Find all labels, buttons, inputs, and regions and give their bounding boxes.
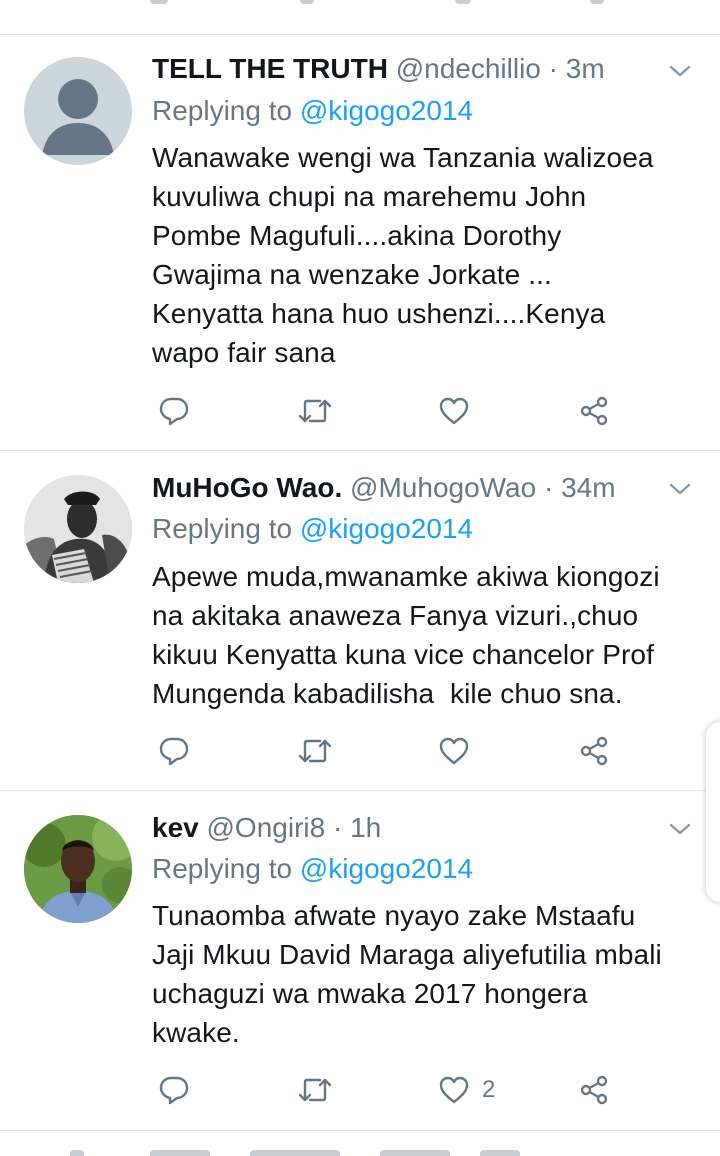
- retweet-button[interactable]: [298, 1068, 332, 1112]
- tweet-text: Apewe muda,mwanamke akiwa kiongozi na ak…: [152, 557, 700, 713]
- chevron-down-icon[interactable]: [666, 815, 694, 843]
- retweet-button[interactable]: [298, 729, 332, 773]
- previous-tweet-edge: [0, 0, 720, 35]
- display-name[interactable]: TELL THE TRUTH: [152, 53, 388, 84]
- scroll-handle[interactable]: [706, 722, 720, 902]
- timestamp[interactable]: 1h: [350, 812, 381, 843]
- like-count: 2: [482, 1076, 496, 1103]
- user-handle[interactable]: @Ongiri8: [207, 812, 326, 843]
- replying-to: Replying to @kigogo2014: [152, 91, 473, 131]
- user-photo-icon: [24, 475, 132, 583]
- tweet-text-line: na akitaka anaweza Fanya vizuri.,chuo: [152, 600, 639, 631]
- tweet-text-line: Tunaomba afwate nyayo zake Mstaafu: [152, 900, 636, 931]
- timestamp[interactable]: 3m: [566, 53, 605, 84]
- display-name[interactable]: MuHoGo Wao.: [152, 472, 342, 503]
- heart-icon: [439, 397, 469, 425]
- tweet-header: TELL THE TRUTH @ndechillio · 3m: [152, 49, 650, 89]
- replying-to: Replying to @kigogo2014: [152, 509, 473, 549]
- tweet-text-line: wapo fair sana: [152, 337, 336, 368]
- user-photo-icon: [24, 815, 132, 923]
- reply-mention-link[interactable]: @kigogo2014: [300, 853, 473, 884]
- tweet-text-line: kwake.: [152, 1017, 240, 1048]
- tweet-1[interactable]: TELL THE TRUTH @ndechillio · 3m Replying…: [0, 35, 720, 451]
- tweet-text-line: kikuu Kenyatta kuna vice chancelor Prof: [152, 639, 654, 670]
- chevron-down-icon[interactable]: [666, 475, 694, 503]
- reply-icon: [159, 1076, 189, 1105]
- tweet-text-line: Apewe muda,mwanamke akiwa kiongozi: [152, 561, 660, 592]
- retweet-button[interactable]: [298, 389, 332, 433]
- separator-dot: ·: [543, 472, 554, 503]
- share-button[interactable]: [578, 389, 610, 433]
- reply-icon: [159, 737, 189, 766]
- reply-button[interactable]: [158, 389, 190, 433]
- retweet-icon: [298, 1078, 332, 1102]
- replying-label: Replying to: [152, 513, 293, 544]
- tweet-text-line: Wanawake wengi wa Tanzania walizoea: [152, 142, 654, 173]
- separator-dot: ·: [332, 812, 343, 843]
- chevron-down-icon[interactable]: [666, 57, 694, 85]
- tweet-text: Tunaomba afwate nyayo zake Mstaafu Jaji …: [152, 896, 700, 1052]
- tweet-3[interactable]: kev @Ongiri8 · 1h Replying to @kigogo201…: [0, 791, 720, 1131]
- tweet-actions: [152, 729, 632, 773]
- retweet-icon: [298, 399, 332, 423]
- tweet-text-line: uchaguzi wa mwaka 2017 hongera: [152, 978, 588, 1009]
- retweet-icon: [298, 739, 332, 763]
- replying-to: Replying to @kigogo2014: [152, 849, 473, 889]
- heart-icon: [439, 1076, 469, 1104]
- share-button[interactable]: [578, 729, 610, 773]
- reply-button[interactable]: [158, 729, 190, 773]
- reply-icon: [159, 397, 189, 426]
- tweet-text-line: Gwajima na wenzake Jorkate ...: [152, 259, 552, 290]
- tweet-actions: 2: [152, 1068, 632, 1112]
- separator-dot: ·: [548, 53, 558, 84]
- default-avatar-icon: [24, 57, 132, 165]
- reply-mention-link[interactable]: @kigogo2014: [300, 95, 473, 126]
- tweet-header: MuHoGo Wao. @MuhogoWao · 34m: [152, 468, 650, 508]
- reply-mention-link[interactable]: @kigogo2014: [300, 513, 473, 544]
- tweet-text-line: Mungenda kabadilisha kile chuo sna.: [152, 678, 623, 709]
- user-handle[interactable]: @MuhogoWao: [350, 472, 536, 503]
- tweet-text: Wanawake wengi wa Tanzania walizoea kuvu…: [152, 138, 700, 372]
- avatar-muhogowao[interactable]: [24, 475, 132, 583]
- tweet-text-line: Pombe Magufuli....akina Dorothy: [152, 220, 562, 251]
- share-icon: [580, 396, 608, 426]
- avatar-default[interactable]: [24, 57, 132, 165]
- tweet-actions: [152, 389, 632, 433]
- reply-button[interactable]: [158, 1068, 190, 1112]
- share-button[interactable]: [578, 1068, 610, 1112]
- tweet-2[interactable]: MuHoGo Wao. @MuhogoWao · 34m Replying to…: [0, 451, 720, 791]
- display-name[interactable]: kev: [152, 812, 199, 843]
- timestamp[interactable]: 34m: [561, 472, 615, 503]
- like-button[interactable]: [438, 729, 482, 773]
- share-icon: [580, 736, 608, 766]
- share-icon: [580, 1075, 608, 1105]
- tweet-text-line: kuvuliwa chupi na marehemu John: [152, 181, 587, 212]
- replying-label: Replying to: [152, 853, 293, 884]
- avatar-ongiri8[interactable]: [24, 815, 132, 923]
- tweet-header: kev @Ongiri8 · 1h: [152, 808, 650, 848]
- heart-icon: [439, 737, 469, 765]
- user-handle[interactable]: @ndechillio: [396, 53, 541, 84]
- like-button[interactable]: 2: [438, 1068, 495, 1112]
- tweet-text-line: Kenyatta hana huo ushenzi....Kenya: [152, 298, 606, 329]
- like-button[interactable]: [438, 389, 482, 433]
- replying-label: Replying to: [152, 95, 293, 126]
- tweet-text-line: Jaji Mkuu David Maraga aliyefutilia mbal…: [152, 939, 662, 970]
